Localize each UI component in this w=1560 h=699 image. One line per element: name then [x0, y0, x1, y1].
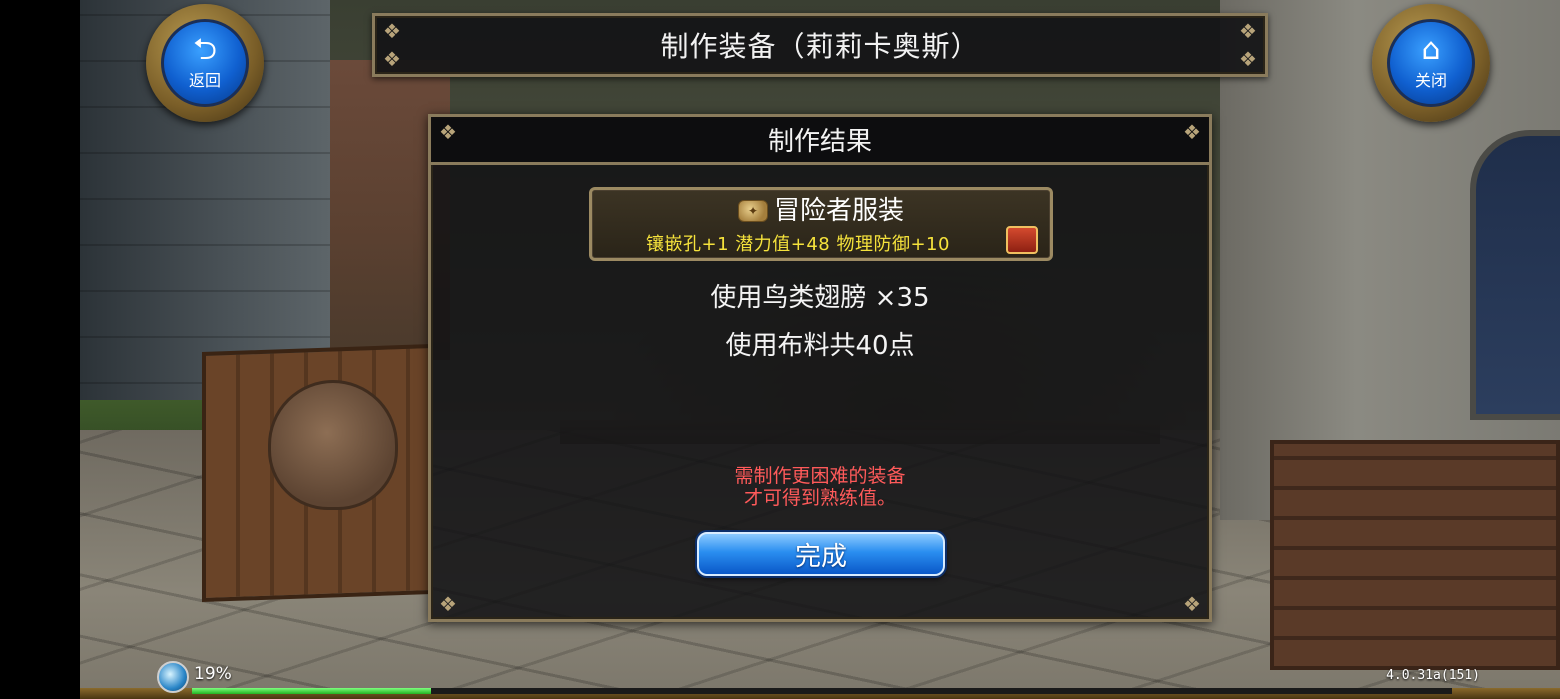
close-button[interactable]: ⌂ 关闭	[1372, 4, 1490, 122]
corner-ornament-icon: ❖	[439, 120, 457, 144]
page-title: 制作装备（莉莉卡奥斯）	[660, 30, 980, 63]
done-button-label: 完成	[794, 541, 847, 572]
experience-bar-fill	[192, 688, 432, 694]
back-button-label: 返回	[188, 71, 221, 90]
corner-ornament-icon: ❖	[1183, 592, 1201, 616]
dialog-title: 制作结果	[767, 127, 872, 157]
material-usage-line: 使用布料共40点	[725, 331, 915, 361]
corner-ornament-icon: ❖	[1183, 120, 1201, 144]
proficiency-note: 才可得到熟练值。	[743, 487, 896, 509]
close-button-label: 关闭	[1414, 71, 1447, 90]
arched-window	[1470, 130, 1560, 420]
title-banner: ❖ ❖ ❖ ❖ 制作装备（莉莉卡奥斯）	[372, 13, 1268, 77]
dialog-header: ❖ ❖ 制作结果	[431, 117, 1209, 165]
proficiency-note: 需制作更困难的装备	[734, 465, 906, 487]
wooden-crate	[1270, 440, 1560, 670]
return-arrow-icon: ⮌	[192, 32, 218, 67]
back-button[interactable]: ⮌ 返回	[146, 4, 264, 122]
corner-ornament-icon: ❖	[383, 19, 401, 43]
experience-orb-icon	[157, 661, 189, 693]
item-name-row: ✦ 冒险者服装	[592, 196, 1050, 226]
corner-ornament-icon: ❖	[439, 592, 457, 616]
craft-result-dialog: ❖ ❖ 制作结果 ✦ 冒险者服装 镶嵌孔+1 潜力值+48 物理防御+10 使用…	[428, 114, 1212, 622]
crafted-item-card[interactable]: ✦ 冒险者服装 镶嵌孔+1 潜力值+48 物理防御+10	[589, 187, 1053, 261]
material-usage-line: 使用鸟类翅膀 ×35	[710, 283, 930, 313]
home-icon: ⌂	[1421, 32, 1441, 67]
cloth-item-icon: ✦	[737, 200, 768, 222]
corner-ornament-icon: ❖	[1239, 47, 1257, 71]
corner-ornament-icon: ❖	[383, 47, 401, 71]
experience-bar	[192, 688, 1452, 694]
corner-ornament-icon: ❖	[1239, 19, 1257, 43]
close-button-face[interactable]: ⌂ 关闭	[1387, 19, 1475, 107]
treasure-chest-icon	[1006, 226, 1038, 254]
experience-percent: 19%	[194, 664, 232, 684]
item-stats: 镶嵌孔+1 潜力值+48 物理防御+10	[646, 234, 950, 255]
money-bag-sign-icon	[268, 380, 398, 510]
done-button[interactable]: 完成	[697, 532, 945, 576]
item-name: 冒险者服装	[773, 196, 904, 226]
back-button-face[interactable]: ⮌ 返回	[161, 19, 249, 107]
version-label: 4.0.31a(151)	[1386, 668, 1480, 683]
